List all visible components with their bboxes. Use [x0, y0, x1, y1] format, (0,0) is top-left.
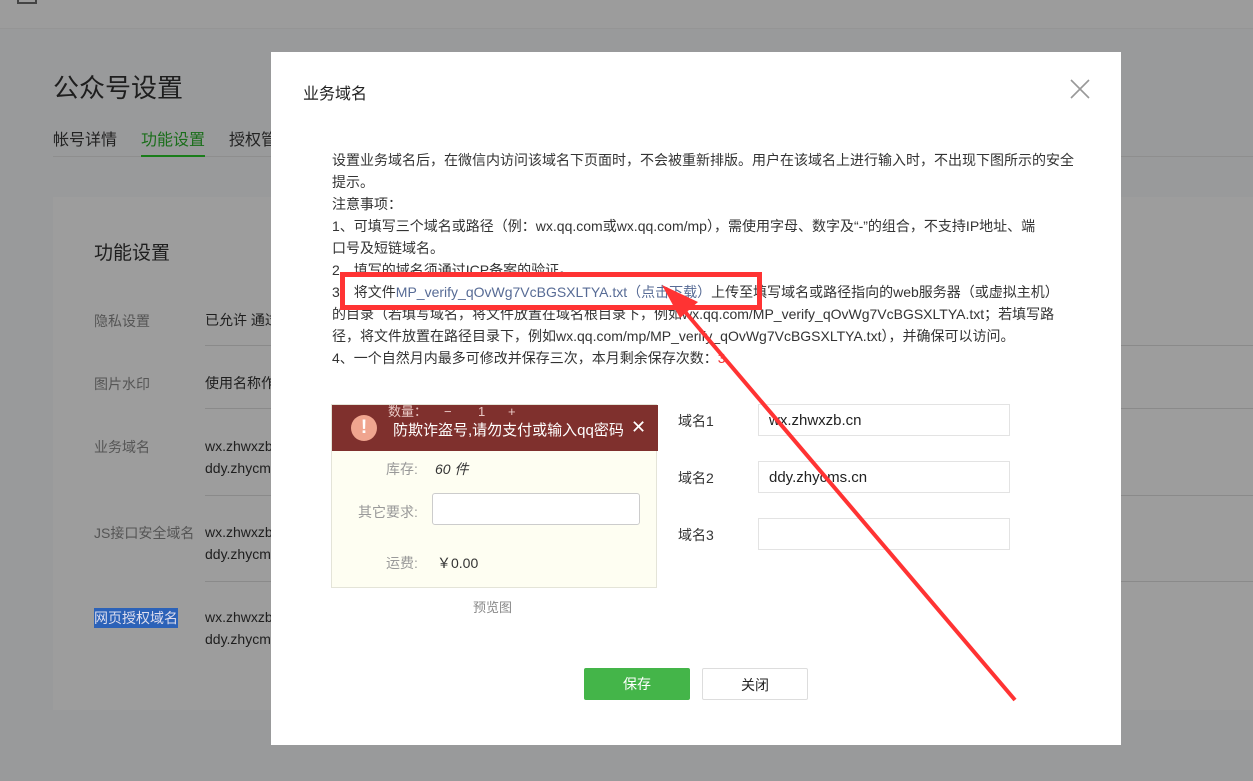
description: 设置业务域名后，在微信内访问该域名下页面时，不会被重新排版。用户在该域名上进行输…: [332, 149, 1092, 369]
row-value: 使用名称作: [205, 375, 275, 391]
quantity-row: 数量： − 1 +: [332, 405, 658, 419]
download-verify-file-link[interactable]: MP_verify_qOvWg7VcBGSXLTYA.txt（点击下载）: [396, 284, 711, 300]
menu-icon[interactable]: [17, 0, 37, 4]
tab-auth[interactable]: 授权管: [229, 124, 277, 157]
tab-account[interactable]: 帐号详情: [53, 124, 117, 157]
text: 3、将文件: [332, 284, 396, 300]
preview-caption: 预览图: [473, 600, 513, 615]
row-value: ddy.zhycm: [205, 460, 271, 476]
desc-line: 径，将文件放置在路径目录下，例如wx.qq.com/mp/MP_verify_q…: [332, 328, 1015, 344]
row-value: ddy.zhycm: [205, 546, 271, 562]
desc-line: 设置业务域名后，在微信内访问该域名下页面时，不会被重新排版。用户在该域名上进行输…: [332, 152, 1074, 168]
warning-text: 防欺诈盗号,请勿支付或输入qq密码: [393, 422, 624, 439]
domain3-label: 域名3: [678, 527, 714, 543]
desc-line: 2、填写的域名须通过ICP备案的验证。: [332, 262, 574, 278]
domain1-input[interactable]: [758, 404, 1010, 436]
row-label: 隐私设置: [94, 313, 150, 329]
row-value: ddy.zhycm: [205, 631, 271, 647]
minus-icon: −: [444, 404, 452, 419]
close-button[interactable]: 关闭: [702, 668, 808, 700]
desc-line: 的目录（若填写域名，将文件放置在域名根目录下，例如wx.qq.com/MP_ve…: [332, 306, 1055, 322]
plus-icon: +: [508, 404, 516, 419]
desc-line: 3、将文件MP_verify_qOvWg7VcBGSXLTYA.txt（点击下载…: [332, 281, 1092, 303]
stock-label: 库存:: [386, 461, 418, 477]
page-title: 公众号设置: [53, 73, 184, 103]
tab-features[interactable]: 功能设置: [141, 124, 206, 157]
top-bar: [0, 0, 1253, 29]
qty-value: 1: [478, 404, 486, 419]
domain3-input[interactable]: [758, 518, 1010, 550]
row-label: 图片水印: [94, 376, 150, 392]
stock-value: 60 件: [435, 461, 469, 477]
domain1-label: 域名1: [678, 413, 714, 429]
text: 上传至填写域名或路径指向的web服务器（或虚拟主机）: [711, 284, 1059, 300]
desc-line: 4、一个自然月内最多可修改并保存三次，本月剩余保存次数：3: [332, 347, 1092, 369]
domain2-label: 域名2: [678, 470, 714, 486]
business-domain-dialog: 业务域名 设置业务域名后，在微信内访问该域名下页面时，不会被重新排版。用户在该域…: [271, 52, 1121, 745]
row-label: 网页授权域名: [94, 608, 178, 628]
preview-image: ! 防欺诈盗号,请勿支付或输入qq密码 ✕ 数量： − 1 + 库存: 60 件…: [331, 404, 658, 588]
remaining-count: 3: [717, 350, 726, 366]
desc-line: 口号及短链域名。: [332, 240, 444, 256]
text: 4、一个自然月内最多可修改并保存三次，本月剩余保存次数：: [332, 350, 718, 366]
shipping-label: 运费:: [386, 555, 418, 571]
row-value: wx.zhwxzb: [205, 524, 273, 540]
other-label: 其它要求:: [358, 504, 418, 520]
row-label: 业务域名: [94, 439, 150, 455]
shipping-value: ￥0.00: [437, 555, 479, 571]
row-value: wx.zhwxzb: [205, 609, 273, 625]
domain2-input[interactable]: [758, 461, 1010, 493]
desc-line: 1、可填写三个域名或路径（例：wx.qq.com或wx.qq.com/mp），需…: [332, 218, 1036, 234]
close-icon[interactable]: [1069, 78, 1091, 100]
qty-label: 数量：: [388, 404, 428, 419]
close-icon: ✕: [631, 417, 647, 437]
desc-line: 提示。: [332, 174, 374, 190]
save-button[interactable]: 保存: [584, 668, 690, 700]
dialog-title: 业务域名: [303, 86, 368, 103]
row-value: wx.zhwxzb: [205, 438, 273, 454]
other-input: [432, 493, 640, 525]
row-value: 已允许 通过: [205, 312, 279, 328]
row-label: JS接口安全域名: [94, 525, 195, 541]
desc-line: 注意事项：: [332, 196, 402, 212]
card-title: 功能设置: [94, 243, 171, 264]
